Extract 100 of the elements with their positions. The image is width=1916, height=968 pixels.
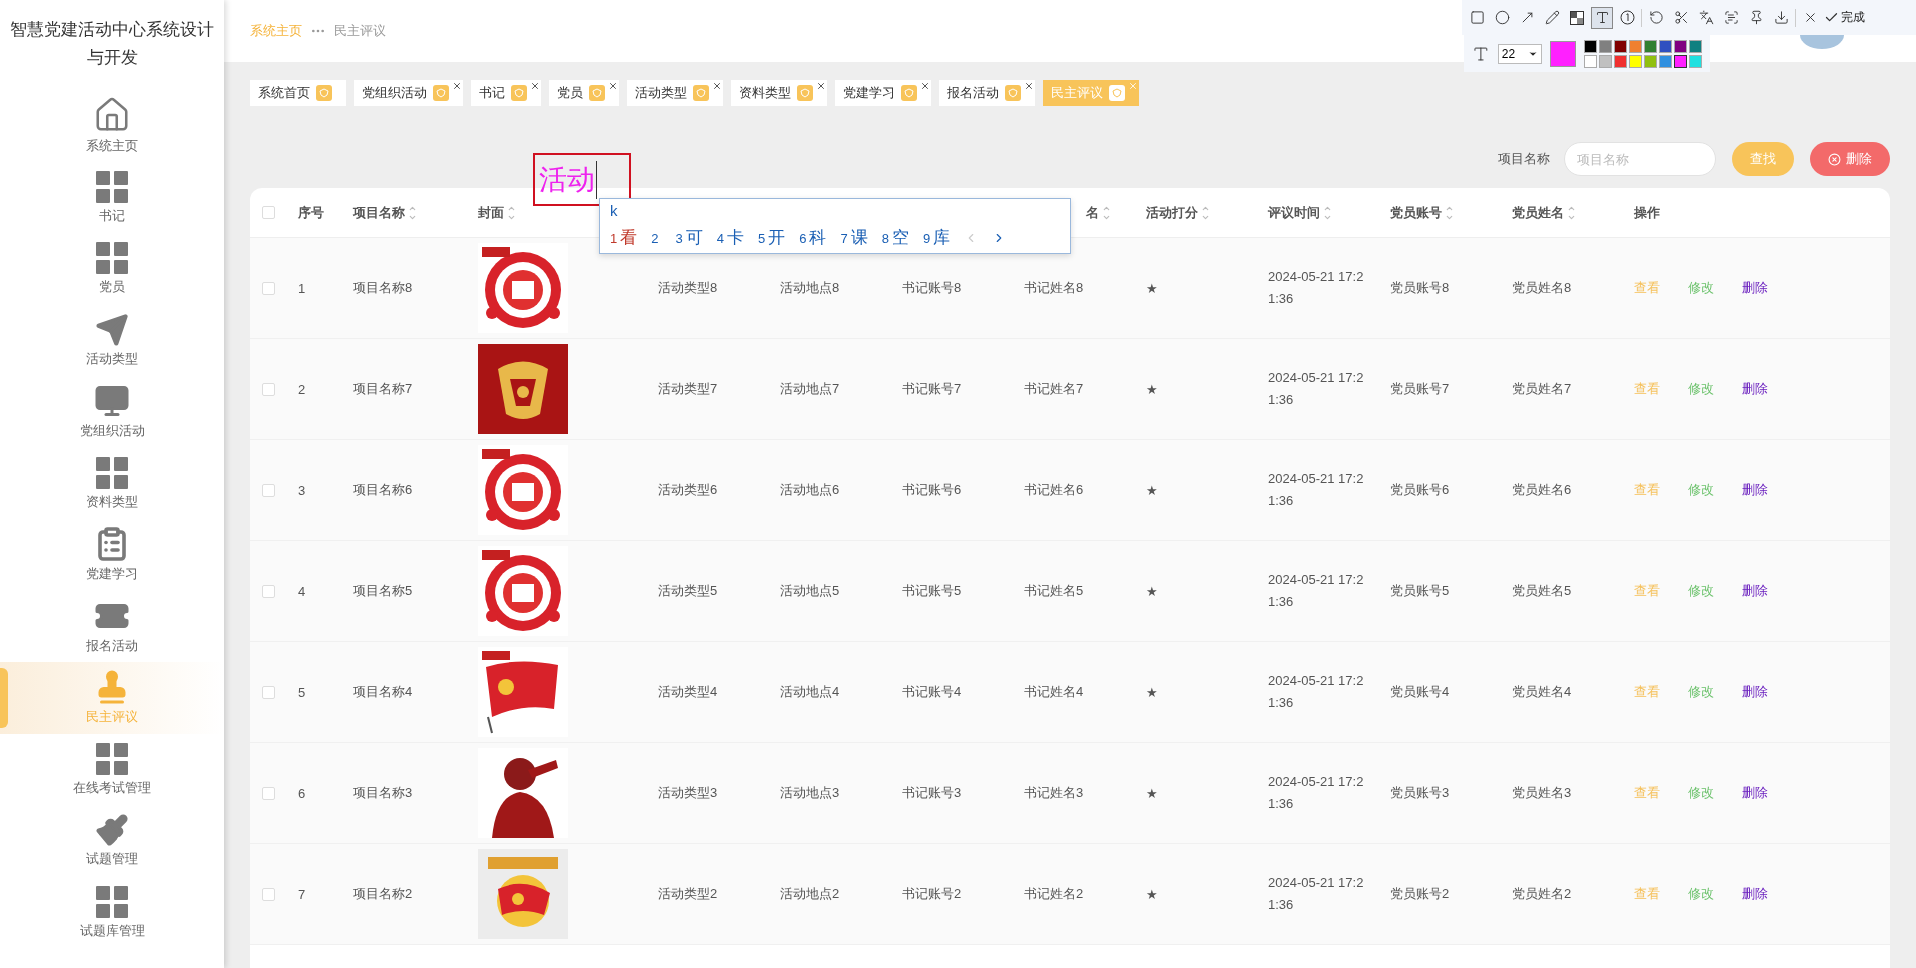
ime-candidate[interactable]: 8 空: [881, 226, 909, 249]
close-icon[interactable]: [920, 81, 930, 91]
search-field[interactable]: 项目名称: [1564, 142, 1716, 176]
color-swatch[interactable]: [1584, 39, 1597, 53]
ime-candidate[interactable]: 2: [651, 227, 662, 248]
table-cell-text: 党员账号5: [1389, 582, 1451, 600]
table-cell-text: ★: [1145, 785, 1159, 801]
color-swatch[interactable]: [1584, 54, 1597, 68]
tab[interactable]: 党员: [549, 80, 619, 106]
grid-icon: [95, 169, 129, 204]
color-swatch[interactable]: [1614, 39, 1627, 53]
table-cell-text: 项目名称4: [352, 683, 414, 701]
close-icon[interactable]: [608, 81, 618, 91]
checkbox[interactable]: [262, 382, 275, 396]
color-swatch[interactable]: [1659, 54, 1672, 68]
sidebar-item[interactable]: 资料类型: [0, 447, 224, 519]
delete-link[interactable]: 删除: [1742, 583, 1768, 598]
table-cell-text: 党员账号4: [1389, 683, 1451, 701]
color-swatch[interactable]: [1629, 54, 1642, 68]
ime-candidate[interactable]: 4 卡: [716, 226, 744, 249]
color-swatch[interactable]: [1644, 54, 1657, 68]
table-cell-text: 党员账号3: [1389, 784, 1451, 802]
checkbox[interactable]: [262, 206, 275, 219]
color-swatch[interactable]: [1674, 54, 1687, 68]
font-size-select[interactable]: 22: [1497, 43, 1543, 64]
close-icon[interactable]: [1024, 81, 1034, 91]
sidebar-item[interactable]: 党员: [0, 233, 224, 305]
table-cell-text: ★: [1145, 482, 1159, 498]
tab[interactable]: 党组织活动: [354, 80, 463, 106]
column-header: 党员账号: [1390, 203, 1442, 222]
table-cell-text: 书记账号7: [901, 380, 963, 398]
close-icon[interactable]: [530, 81, 540, 91]
sidebar-item[interactable]: 党组织活动: [0, 376, 224, 448]
table-cell-text: 书记姓名8: [1023, 279, 1085, 297]
checkbox[interactable]: [262, 281, 275, 295]
color-swatch[interactable]: [1689, 39, 1702, 53]
sidebar-item[interactable]: 在线考试管理: [0, 733, 224, 805]
download-icon: [1773, 10, 1789, 25]
table-cell-text: 书记账号2: [901, 885, 963, 903]
checkbox[interactable]: [262, 887, 275, 901]
sidebar-item[interactable]: 报名活动: [0, 590, 224, 662]
done-button[interactable]: 完成: [1824, 9, 1865, 26]
ime-candidate[interactable]: 1 看: [610, 226, 638, 249]
ime-candidate[interactable]: 6 科: [799, 226, 827, 249]
scissors-icon: [1673, 10, 1689, 25]
table-cell-text: 1: [297, 280, 307, 296]
delete-link[interactable]: 删除: [1742, 785, 1768, 800]
brush-icon: [95, 813, 129, 848]
column-header: 评议时间: [1268, 203, 1320, 222]
tab[interactable]: 资料类型: [731, 80, 827, 106]
tab[interactable]: 书记: [471, 80, 541, 106]
table-cell-text: 2: [297, 381, 307, 397]
sidebar-item[interactable]: 系统主页: [0, 90, 224, 162]
ime-candidate[interactable]: 7 课: [840, 226, 868, 249]
delete-link[interactable]: 删除: [1742, 381, 1768, 396]
tool-button[interactable]: [1591, 6, 1613, 29]
ime-candidate[interactable]: 3 可: [675, 226, 703, 249]
table-cell-text: 活动类型2: [657, 885, 719, 903]
table-cell-text: 活动类型6: [657, 481, 719, 499]
grid-icon: [95, 884, 129, 919]
undo-icon: [1648, 10, 1664, 25]
delete-link[interactable]: 删除: [1742, 684, 1768, 699]
sidebar-item[interactable]: 书记: [0, 161, 224, 233]
checkbox[interactable]: [262, 483, 275, 497]
table-cell-text: ★: [1145, 381, 1159, 397]
sidebar-item[interactable]: 活动类型: [0, 304, 224, 376]
checkbox[interactable]: [262, 786, 275, 800]
tab-icon: [693, 85, 709, 101]
tab[interactable]: 党建学习: [835, 80, 931, 106]
color-swatch[interactable]: [1659, 39, 1672, 53]
ime-candidate[interactable]: 5 开: [757, 226, 786, 249]
tab-icon: [797, 85, 813, 101]
checkbox[interactable]: [262, 584, 275, 598]
color-swatch[interactable]: [1689, 54, 1702, 68]
column-header: 封面: [478, 203, 504, 222]
tab-icon: [1109, 85, 1125, 101]
checkbox[interactable]: [262, 685, 275, 699]
app-title: 智慧党建活动中心系统设计与开发: [9, 19, 215, 69]
tab[interactable]: 报名活动: [939, 80, 1035, 106]
sidebar-item[interactable]: 试题管理: [0, 805, 224, 877]
color-swatch[interactable]: [1614, 54, 1627, 68]
sidebar-item[interactable]: 试题库管理: [0, 876, 224, 948]
delete-link[interactable]: 删除: [1742, 886, 1768, 901]
delete-link[interactable]: 删除: [1742, 482, 1768, 497]
ime-candidate[interactable]: 9 库: [922, 226, 951, 249]
color-swatch[interactable]: [1599, 54, 1612, 68]
close-icon[interactable]: [452, 81, 462, 91]
table-cell-text: 书记姓名5: [1023, 582, 1085, 600]
table-cell-text: ★: [1145, 280, 1159, 296]
sidebar-item[interactable]: 党建学习: [0, 519, 224, 591]
color-swatch[interactable]: [1629, 39, 1642, 53]
tab[interactable]: 活动类型: [627, 80, 723, 106]
close-icon[interactable]: [712, 81, 722, 91]
color-swatch[interactable]: [1674, 39, 1687, 53]
tab[interactable]: 系统首页: [250, 80, 346, 106]
table-cell-text: 活动类型4: [657, 683, 719, 701]
color-swatch[interactable]: [1644, 39, 1657, 53]
color-swatch[interactable]: [1599, 39, 1612, 53]
close-icon[interactable]: [816, 81, 826, 91]
delete-link[interactable]: 删除: [1742, 280, 1768, 295]
